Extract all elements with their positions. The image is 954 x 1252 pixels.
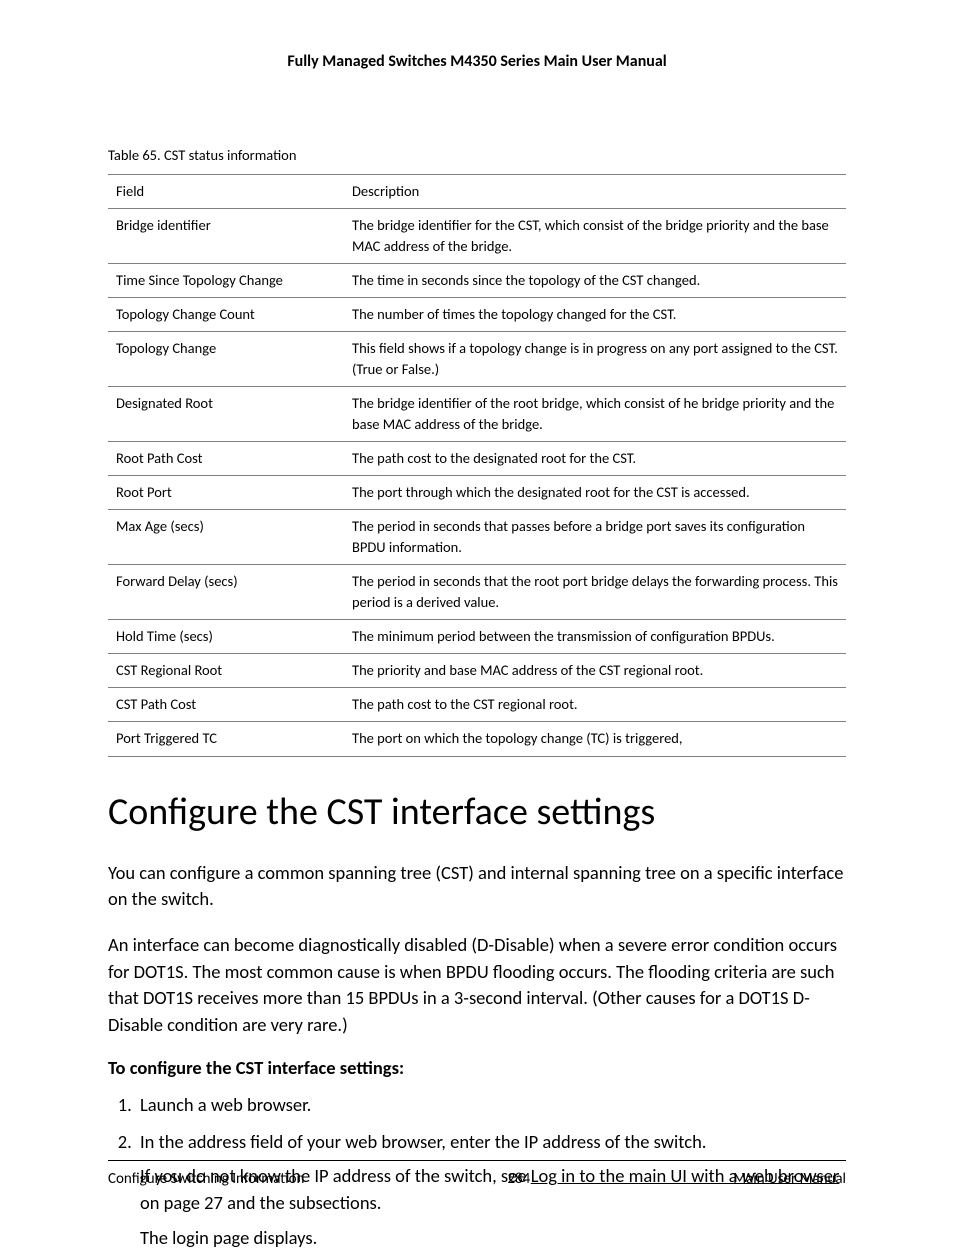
footer-right: Main User Manual [733,1169,846,1191]
cell-desc: The period in seconds that the root port… [344,565,846,620]
table-row: Bridge identifierThe bridge identifier f… [108,209,846,264]
table-row: Hold Time (secs)The minimum period betwe… [108,620,846,654]
col-header-desc: Description [344,175,846,209]
page-footer: Configure Switching Information 284 Main… [108,1160,846,1191]
table-row: Root Path CostThe path cost to the desig… [108,442,846,476]
footer-left: Configure Switching Information [108,1169,304,1191]
cst-status-table: Field Description Bridge identifierThe b… [108,174,846,756]
cell-desc: The number of times the topology changed… [344,298,846,332]
cell-field: Time Since Topology Change [108,264,344,298]
table-row: Max Age (secs)The period in seconds that… [108,510,846,565]
section-heading: Configure the CST interface settings [108,785,846,840]
table-caption: Table 65. CST status information [108,145,846,166]
step-note: The login page displays. [140,1225,846,1252]
footer-page-number: 284 [507,1169,530,1191]
body-paragraph: An interface can become diagnostically d… [108,932,846,1039]
cell-field: Root Port [108,476,344,510]
table-row: Time Since Topology ChangeThe time in se… [108,264,846,298]
cell-field: Root Path Cost [108,442,344,476]
step-item: Launch a web browser. [136,1092,846,1119]
cell-desc: The port through which the designated ro… [344,476,846,510]
cell-desc: This field shows if a topology change is… [344,332,846,387]
table-row: Topology Change CountThe number of times… [108,298,846,332]
cell-desc: The path cost to the CST regional root. [344,688,846,722]
table-row: Designated RootThe bridge identifier of … [108,387,846,442]
doc-header: Fully Managed Switches M4350 Series Main… [108,50,846,73]
step-text: In the address field of your web browser… [140,1130,706,1153]
table-row: Forward Delay (secs)The period in second… [108,565,846,620]
cell-field: Port Triggered TC [108,722,344,756]
cell-field: Topology Change Count [108,298,344,332]
table-row: Topology ChangeThis field shows if a top… [108,332,846,387]
cell-desc: The minimum period between the transmiss… [344,620,846,654]
cell-field: Hold Time (secs) [108,620,344,654]
table-row: CST Path CostThe path cost to the CST re… [108,688,846,722]
procedure-subheading: To configure the CST interface settings: [108,1055,846,1082]
cell-field: CST Regional Root [108,654,344,688]
step-text: Launch a web browser. [140,1093,311,1116]
table-row: CST Regional RootThe priority and base M… [108,654,846,688]
cell-field: Forward Delay (secs) [108,565,344,620]
table-header-row: Field Description [108,175,846,209]
cell-desc: The path cost to the designated root for… [344,442,846,476]
cell-field: CST Path Cost [108,688,344,722]
cell-desc: The bridge identifier for the CST, which… [344,209,846,264]
table-row: Port Triggered TCThe port on which the t… [108,722,846,756]
body-paragraph: You can configure a common spanning tree… [108,860,846,914]
cell-desc: The bridge identifier of the root bridge… [344,387,846,442]
table-row: Root PortThe port through which the desi… [108,476,846,510]
col-header-field: Field [108,175,344,209]
note-text-post: on page 27 and the subsections. [140,1191,381,1214]
cell-desc: The period in seconds that passes before… [344,510,846,565]
cell-desc: The time in seconds since the topology o… [344,264,846,298]
cell-field: Topology Change [108,332,344,387]
cell-desc: The priority and base MAC address of the… [344,654,846,688]
cell-field: Bridge identifier [108,209,344,264]
cell-field: Designated Root [108,387,344,442]
cell-field: Max Age (secs) [108,510,344,565]
cell-desc: The port on which the topology change (T… [344,722,846,756]
